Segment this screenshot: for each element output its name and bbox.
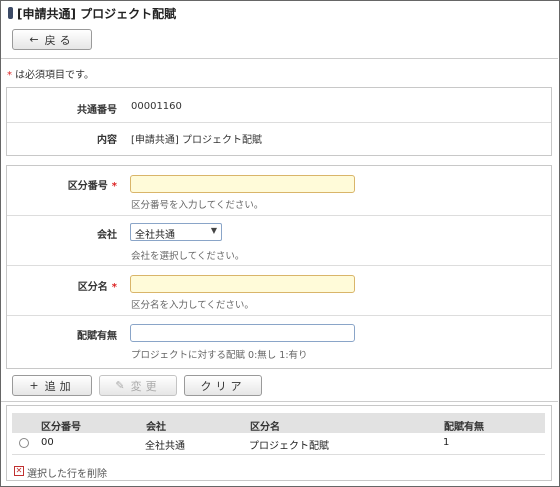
company-select-value: 全社共通	[135, 230, 175, 241]
pencil-icon: ✎	[115, 379, 125, 392]
form-row-divider	[7, 215, 551, 216]
form-row-divider	[7, 315, 551, 316]
column-header-allocation: 配賦有無	[444, 422, 484, 433]
division-name-hint: 区分名を入力してください。	[131, 300, 254, 311]
cell-code: 00	[41, 437, 54, 448]
division-name-input[interactable]	[130, 275, 355, 293]
add-button-label: 追加	[44, 379, 75, 393]
required-star: *	[7, 70, 12, 81]
form-panel: 区分番号 * 区分番号を入力してください。 会社 全社共通 ▼ 会社を選択してくだ…	[6, 165, 552, 369]
common-number-label: 共通番号	[77, 105, 117, 116]
required-star: *	[111, 181, 117, 192]
clear-button[interactable]: クリア	[184, 375, 262, 396]
company-label: 会社	[97, 230, 117, 241]
back-button[interactable]: ← 戻る	[12, 29, 92, 50]
allocation-input[interactable]	[130, 324, 355, 342]
list-divider	[1, 401, 558, 402]
division-code-hint: 区分番号を入力してください。	[131, 200, 264, 211]
table-row-divider	[12, 454, 545, 455]
content-label: 内容	[97, 135, 117, 146]
company-select[interactable]: 全社共通 ▼	[130, 223, 222, 241]
dropdown-arrow-icon: ▼	[210, 226, 217, 235]
clear-button-label: クリア	[200, 379, 246, 393]
division-code-label: 区分番号 *	[7, 177, 117, 192]
division-name-label-text: 区分名	[77, 282, 108, 293]
page-title: [申請共通] プロジェクト配賦	[17, 6, 177, 21]
form-row-divider	[7, 265, 551, 266]
required-note: * は必須項目です。	[7, 66, 94, 81]
info-row-divider	[7, 122, 551, 123]
required-note-text: は必須項目です。	[15, 70, 94, 81]
change-button[interactable]: ✎ 変更	[99, 375, 177, 396]
info-panel: 共通番号 00001160 内容 [申請共通] プロジェクト配賦	[6, 87, 552, 156]
delete-selected-link[interactable]: 選択した行を削除	[27, 465, 107, 480]
common-number-value: 00001160	[131, 101, 182, 112]
header-divider	[1, 58, 558, 59]
content-value: [申請共通] プロジェクト配賦	[131, 135, 262, 146]
row-select-radio[interactable]	[19, 438, 29, 448]
division-name-label: 区分名 *	[7, 278, 117, 293]
table-header: 区分番号 会社 区分名 配賦有無	[12, 413, 545, 433]
division-code-label-text: 区分番号	[67, 181, 108, 192]
cell-company: 全社共通	[145, 441, 185, 452]
column-header-name: 区分名	[250, 422, 280, 433]
cell-name: プロジェクト配賦	[249, 441, 329, 452]
title-marker-icon	[8, 7, 13, 19]
division-code-input[interactable]	[130, 175, 355, 193]
cell-allocation: 1	[443, 437, 450, 448]
change-button-label: 変更	[130, 379, 161, 393]
required-star: *	[111, 282, 117, 293]
allocation-hint: プロジェクトに対する配賦 0:無し 1:有り	[131, 350, 308, 361]
add-button[interactable]: + 追加	[12, 375, 92, 396]
back-button-label: 戻る	[44, 33, 75, 47]
column-header-code: 区分番号	[41, 422, 81, 433]
column-header-company: 会社	[146, 422, 166, 433]
plus-icon: +	[29, 379, 39, 392]
allocation-label: 配賦有無	[77, 331, 117, 342]
company-hint: 会社を選択してください。	[131, 251, 245, 262]
arrow-left-icon: ←	[29, 33, 39, 46]
delete-x-icon[interactable]: ✕	[14, 466, 24, 476]
page-header: [申請共通] プロジェクト配賦	[8, 4, 176, 22]
